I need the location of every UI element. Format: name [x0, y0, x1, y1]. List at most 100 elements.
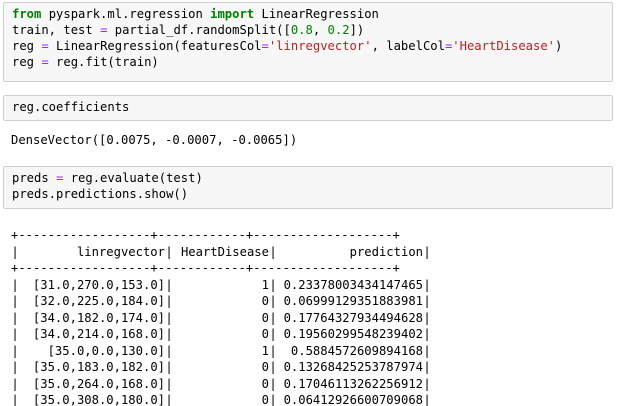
cell-prediction: 0.13268425253787974	[283, 360, 423, 374]
code-token: 0.8	[290, 23, 313, 37]
cell-linregvector: [32.0,225.0,184.0]	[32, 294, 165, 308]
cell-border: |	[11, 310, 19, 325]
code-token: reg.evaluate(test)	[63, 171, 203, 185]
cell-border: |	[165, 393, 173, 406]
column-header-heartdisease: HeartDisease	[180, 244, 269, 259]
table-row: | [35.0,183.0,182.0] | 0 | 0.1326842525378797…	[11, 359, 611, 376]
cell-heartdisease: 0	[261, 294, 269, 308]
code-token: reg.fit(train)	[48, 55, 159, 69]
cell-border: |	[165, 244, 173, 259]
code-token: reg.coefficients	[12, 100, 130, 114]
cell-border: |	[165, 360, 173, 374]
cell-heartdisease: 0	[261, 327, 269, 341]
code-token: =	[41, 55, 49, 69]
cell-border: |	[269, 343, 277, 358]
cell-border: |	[11, 244, 19, 259]
table-row: | [34.0,214.0,168.0] | 0 | 0.1956029954823940…	[11, 326, 611, 343]
cell-heartdisease: 0	[261, 393, 269, 406]
code-token: LinearRegression	[254, 7, 379, 21]
cell-border: |	[165, 294, 173, 308]
cell-border: |	[423, 376, 431, 391]
cell-linregvector: [35.0,183.0,182.0]	[32, 360, 165, 374]
cell-border: |	[269, 294, 277, 308]
cell-border: |	[269, 327, 277, 341]
cell-border: |	[269, 310, 277, 325]
table-separator: +------------------+------------+-------…	[11, 228, 400, 242]
cell-border: |	[11, 360, 19, 374]
cell-border: |	[11, 294, 19, 308]
cell-heartdisease: 1	[261, 343, 269, 358]
cell-linregvector: [31.0,270.0,153.0]	[32, 277, 165, 292]
code-token: 'linregvector'	[268, 39, 372, 53]
code-line: train, test = partial_df.randomSplit([0.…	[12, 22, 612, 38]
cell-linregvector: [34.0,214.0,168.0]	[32, 327, 165, 341]
code-token: LinearRegression(featuresCol	[48, 39, 262, 53]
cell-heartdisease: 0	[261, 360, 269, 374]
cell-border: |	[269, 244, 277, 259]
code-token: preds	[12, 171, 57, 185]
code-token: pyspark.ml.regression	[41, 7, 211, 21]
cell-border: |	[269, 376, 277, 391]
cell-prediction: 0.06412926600709068	[283, 393, 423, 406]
cell-prediction: 0.23378003434147465	[283, 277, 423, 292]
code-line: from pyspark.ml.regression import Linear…	[12, 6, 612, 22]
cell-border: |	[423, 244, 431, 259]
cell-border: |	[423, 294, 431, 308]
table-row: | [34.0,182.0,174.0] | 0 | 0.1776432793449462…	[11, 310, 611, 327]
cell-linregvector: [34.0,182.0,174.0]	[32, 310, 165, 325]
cell-border: |	[423, 277, 431, 292]
code-cell-2[interactable]: reg.coefficients	[3, 95, 613, 121]
code-token: )	[555, 39, 563, 53]
cell-border: |	[11, 376, 19, 391]
cell-border: |	[423, 393, 431, 406]
cell-prediction: 0.5884572609894168	[290, 343, 423, 358]
code-token: train, test	[12, 23, 101, 37]
code-line: reg.coefficients	[12, 99, 612, 115]
cell-heartdisease: 0	[261, 310, 269, 325]
code-token: ])	[349, 23, 365, 37]
coefficients-output: DenseVector([0.0075, -0.0007, -0.0065])	[11, 133, 298, 147]
code-token: =	[261, 39, 269, 53]
code-token: partial_df.randomSplit([	[107, 23, 291, 37]
code-cell-1[interactable]: from pyspark.ml.regression import Linear…	[3, 2, 613, 82]
predictions-table: +------------------+------------+-------…	[11, 227, 611, 406]
cell-border: |	[423, 360, 431, 374]
cell-prediction: 0.17046113262256912	[283, 376, 423, 391]
cell-border: |	[11, 327, 19, 341]
table-row: | [31.0,270.0,153.0] | 1 | 0.2337800343414746…	[11, 277, 611, 294]
code-cell-3[interactable]: preds = reg.evaluate(test) preds.predict…	[3, 166, 613, 209]
table-separator: +------------------+------------+-------…	[11, 261, 400, 275]
code-token: preds.predictions.show()	[12, 187, 189, 201]
cell-prediction: 0.19560299548239402	[283, 327, 423, 341]
cell-linregvector: [35.0,264.0,168.0]	[32, 376, 165, 391]
cell-heartdisease: 1	[261, 277, 269, 292]
code-line: preds = reg.evaluate(test)	[12, 170, 612, 186]
code-token: =	[41, 39, 49, 53]
table-body: | [31.0,270.0,153.0] | 1 | 0.2337800343414746…	[11, 277, 611, 406]
cell-border: |	[11, 393, 19, 406]
code-line: reg = LinearRegression(featuresCol='linr…	[12, 38, 612, 54]
cell-prediction: 0.06999129351883981	[283, 294, 423, 308]
table-row: | [35.0,308.0,180.0] | 0 | 0.0641292660070906…	[11, 392, 611, 406]
table-header-row: | linregvector | HeartDisease | predicti…	[11, 244, 611, 261]
table-row: | [35.0,264.0,168.0] | 0 | 0.1704611326225691…	[11, 376, 611, 393]
right-edge	[613, 0, 617, 406]
cell-border: |	[423, 327, 431, 341]
code-token: ,	[312, 23, 328, 37]
cell-border: |	[165, 277, 173, 292]
cell-border: |	[11, 343, 19, 358]
cell-border: |	[269, 393, 277, 406]
code-line: preds.predictions.show()	[12, 186, 612, 202]
code-token: reg	[12, 55, 42, 69]
column-header-prediction: prediction	[349, 244, 423, 259]
code-token: 'HeartDisease'	[452, 39, 556, 53]
cell-border: |	[269, 277, 277, 292]
cell-border: |	[165, 343, 173, 358]
code-line: reg = reg.fit(train)	[12, 54, 612, 70]
cell-linregvector: [35.0,308.0,180.0]	[32, 393, 165, 406]
cell-heartdisease: 0	[261, 376, 269, 391]
cell-border: |	[423, 310, 431, 325]
cell-border: |	[269, 360, 277, 374]
cell-border: |	[11, 277, 19, 292]
code-token: reg	[12, 39, 42, 53]
